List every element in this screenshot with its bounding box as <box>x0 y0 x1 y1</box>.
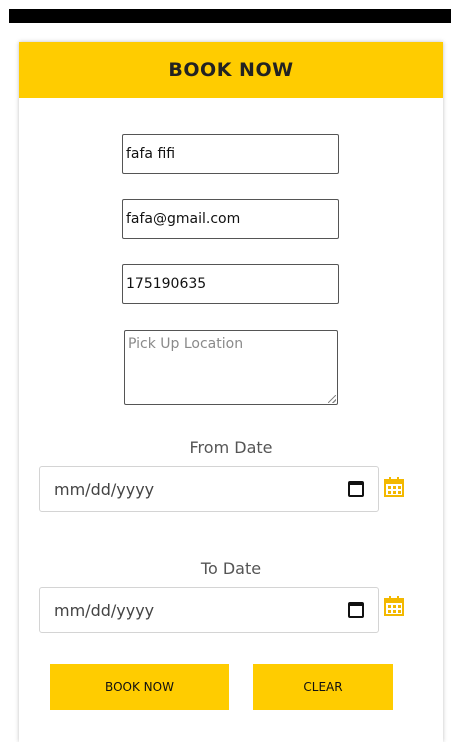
from-date-input[interactable]: mm/dd/yyyy <box>39 466 379 512</box>
to-date-label: To Date <box>200 559 262 578</box>
date-picker-icon[interactable] <box>348 481 364 497</box>
phone-input[interactable] <box>122 264 339 304</box>
card-title: BOOK NOW <box>168 59 294 81</box>
from-date-placeholder: mm/dd/yyyy <box>54 479 155 499</box>
name-input[interactable] <box>122 134 339 174</box>
card-header: BOOK NOW <box>19 42 443 98</box>
email-input[interactable] <box>122 199 339 239</box>
book-now-button[interactable]: BOOK NOW <box>50 664 229 710</box>
clear-button[interactable]: CLEAR <box>253 664 393 710</box>
resize-handle[interactable] <box>328 395 336 403</box>
booking-card: BOOK NOW From Date mm/dd/yyyy To Date mm… <box>19 42 443 742</box>
calendar-icon[interactable] <box>383 595 405 617</box>
to-date-placeholder: mm/dd/yyyy <box>54 600 155 620</box>
calendar-icon[interactable] <box>383 476 405 498</box>
pickup-location-input[interactable] <box>124 330 338 405</box>
top-bar <box>9 9 451 23</box>
from-date-label: From Date <box>189 438 273 457</box>
date-picker-icon[interactable] <box>348 602 364 618</box>
to-date-input[interactable]: mm/dd/yyyy <box>39 587 379 633</box>
